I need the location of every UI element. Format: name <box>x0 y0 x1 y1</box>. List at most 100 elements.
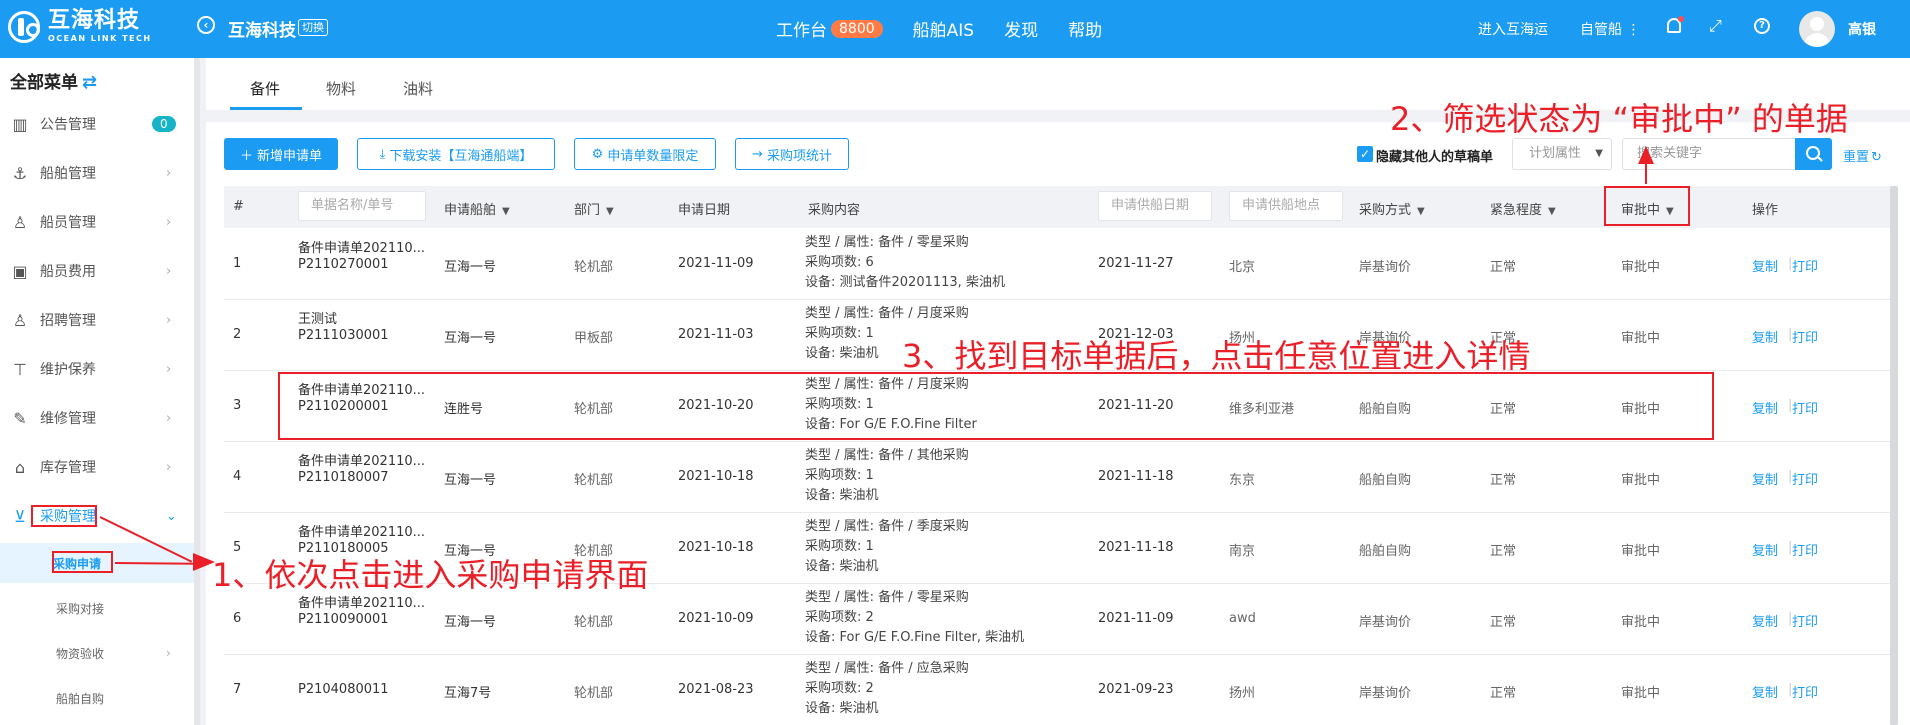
content-equipment: 设备: 柴油机 <box>805 488 879 503</box>
new-request-button[interactable]: ＋新增申请单 <box>224 138 338 170</box>
hide-drafts-label[interactable]: 隐藏其他人的草稿单 <box>1376 146 1493 165</box>
content-equipment: 设备: 柴油机 <box>805 346 879 361</box>
print-link[interactable]: 打印 <box>1792 682 1818 701</box>
supply-place-filter[interactable]: 申请供船地点 <box>1229 191 1343 221</box>
sidebar-scrollbar[interactable] <box>194 58 200 725</box>
name-filter-input[interactable]: 单据名称/单号 <box>298 191 426 221</box>
sidebar-item-ship[interactable]: ⚓ 船舶管理 › <box>0 153 194 193</box>
request-ship: 互海一号 <box>444 473 497 488</box>
print-link[interactable]: 打印 <box>1792 469 1818 488</box>
reset-button[interactable]: 重置 ↻ <box>1843 146 1882 165</box>
avatar[interactable] <box>1799 11 1835 47</box>
switch-arrows-icon[interactable]: ⇄ <box>82 72 97 93</box>
copy-link[interactable]: 复制 <box>1752 682 1778 701</box>
switch-company-button[interactable]: 切换 <box>298 19 328 36</box>
print-link[interactable]: 打印 <box>1792 611 1818 630</box>
nav-discover[interactable]: 发现 <box>1004 16 1038 41</box>
content-count: 采购项数: 6 <box>805 255 874 270</box>
wrench-icon: ✎ <box>13 408 27 428</box>
content-count: 采购项数: 1 <box>805 468 874 483</box>
row-number: 7 <box>233 682 242 697</box>
tab-spare-parts[interactable]: 备件 <box>250 78 280 99</box>
copy-link[interactable]: 复制 <box>1752 611 1778 630</box>
print-link[interactable]: 打印 <box>1792 398 1818 417</box>
book-icon: ▥ <box>12 114 28 134</box>
sidebar-item-label: 船舶管理 <box>40 166 96 182</box>
brand-name: 互海科技 <box>48 8 141 33</box>
username[interactable]: 高银 <box>1848 19 1876 39</box>
sidebar-subitem-purchase-docking[interactable]: 采购对接 <box>0 588 194 628</box>
menu-title: 全部菜单 ⇄ <box>10 68 97 93</box>
plan-attribute-value: 计划属性 <box>1529 146 1582 161</box>
col-urgency-filter[interactable]: 紧急程度 ▼ <box>1490 199 1556 218</box>
row-number: 6 <box>233 611 242 626</box>
chevron-down-icon: ⌄ <box>166 508 177 524</box>
copy-link[interactable]: 复制 <box>1752 398 1778 417</box>
anchor-icon: ⚓ <box>12 163 28 183</box>
table-scrollbar[interactable] <box>1890 186 1898 725</box>
col-ops: 操作 <box>1752 203 1779 218</box>
sidebar-item-announcement[interactable]: ▥ 公告管理 0 <box>0 104 194 144</box>
copy-link[interactable]: 复制 <box>1752 256 1778 275</box>
copy-link[interactable]: 复制 <box>1752 540 1778 559</box>
fullscreen-icon[interactable]: ⤢ <box>1709 16 1722 36</box>
col-method-filter[interactable]: 采购方式 ▼ <box>1359 199 1425 218</box>
sidebar-subitem-label: 船舶自购 <box>56 691 105 706</box>
row-number: 1 <box>233 256 242 271</box>
purchase-method: 岸基询价 <box>1359 260 1412 275</box>
active-tab-indicator <box>230 107 302 110</box>
sidebar-subitem-ship-self-purchase[interactable]: 船舶自购 <box>0 678 194 718</box>
menu-title-label: 全部菜单 <box>10 73 78 93</box>
brand-logo[interactable]: 互海科技 OCEAN LINK TECH <box>8 10 152 43</box>
back-arrow-icon[interactable]: ‹ <box>197 16 215 34</box>
purchase-stats-button[interactable]: → 采购项统计 <box>735 138 849 170</box>
nav-help[interactable]: 帮助 <box>1068 16 1102 41</box>
supply-date-filter[interactable]: 申请供船日期 <box>1098 191 1212 221</box>
workbench-count-badge: 8800 <box>831 19 883 38</box>
sidebar-item-recruit[interactable]: ♙ 招聘管理 › <box>0 300 194 340</box>
download-app-button[interactable]: ⤓ 下载安装【互海通船端】 <box>357 138 555 170</box>
print-link[interactable]: 打印 <box>1792 256 1818 275</box>
sidebar-item-crew[interactable]: ♙ 船员管理 › <box>0 202 194 242</box>
col-content: 采购内容 <box>808 203 861 218</box>
sidebar-subitem-label: 采购对接 <box>56 601 105 616</box>
chevron-right-icon: › <box>166 263 172 279</box>
tab-materials[interactable]: 物料 <box>326 78 356 99</box>
print-link[interactable]: 打印 <box>1792 540 1818 559</box>
sidebar-item-label: 船员管理 <box>40 215 96 231</box>
wallet-icon: ▣ <box>12 261 28 281</box>
sidebar-item-procurement[interactable]: ⊻ 采购管理 ⌄ <box>0 496 194 536</box>
download-icon: ⤓ <box>379 146 386 162</box>
status: 审批中 <box>1621 473 1661 488</box>
reset-label: 重置 <box>1843 150 1870 165</box>
more-vertical-icon: ⋮ <box>1626 22 1641 38</box>
sidebar-item-crew-cost[interactable]: ▣ 船员费用 › <box>0 251 194 291</box>
copy-link[interactable]: 复制 <box>1752 469 1778 488</box>
row-number: 4 <box>233 469 242 484</box>
request-limit-button[interactable]: ⚙ 申请单数量限定 <box>574 138 716 170</box>
plan-attribute-select[interactable]: 计划属性 ▼ <box>1512 138 1612 170</box>
status: 审批中 <box>1621 260 1661 275</box>
request-name: 备件申请单202110... <box>298 241 426 256</box>
sidebar-item-inventory[interactable]: ⌂ 库存管理 › <box>0 447 194 487</box>
col-ship-filter[interactable]: 申请船舶 ▼ <box>444 199 510 218</box>
print-link[interactable]: 打印 <box>1792 327 1818 346</box>
urgency: 正常 <box>1490 473 1517 488</box>
new-request-label: 新增申请单 <box>257 148 323 164</box>
sidebar-subitem-goods-acceptance[interactable]: 物资验收 › <box>0 633 194 673</box>
hide-drafts-checkbox[interactable]: ✓ <box>1357 146 1373 162</box>
content-type: 类型 / 属性: 备件 / 应急采购 <box>805 661 969 676</box>
caret-down-icon: ▼ <box>1595 148 1603 159</box>
sidebar-item-maintenance[interactable]: ⊤ 维护保养 › <box>0 349 194 389</box>
request-code: P2104080011 <box>298 682 389 697</box>
enter-hhy-link[interactable]: 进入互海运 <box>1478 19 1548 39</box>
help-icon[interactable]: ? <box>1754 18 1770 34</box>
sidebar-item-repair[interactable]: ✎ 维修管理 › <box>0 398 194 438</box>
copy-link[interactable]: 复制 <box>1752 327 1778 346</box>
nav-workbench[interactable]: 工作台 <box>776 16 827 41</box>
self-ship-dropdown[interactable]: 自管船 ⋮ <box>1580 19 1640 39</box>
tab-fuel[interactable]: 油料 <box>403 78 433 99</box>
nav-ship-ais[interactable]: 船舶AIS <box>913 16 974 41</box>
search-icon[interactable] <box>1795 138 1832 170</box>
col-dept-filter[interactable]: 部门 ▼ <box>574 199 614 218</box>
